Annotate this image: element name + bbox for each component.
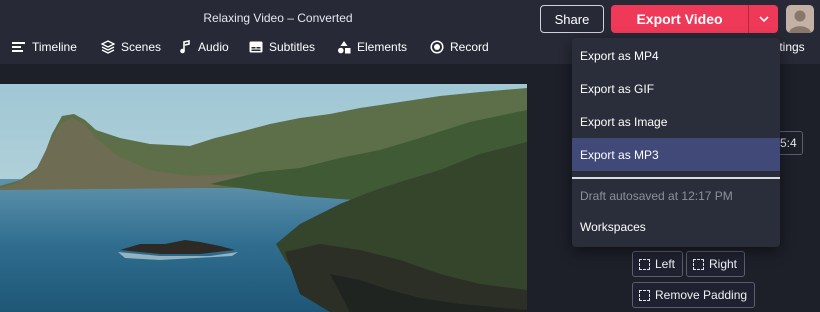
- aspect-ratio-option[interactable]: 5:4: [777, 131, 803, 155]
- nav-audio[interactable]: Audio: [178, 36, 229, 58]
- export-video-button[interactable]: Export Video: [611, 5, 748, 33]
- nav-timeline[interactable]: Timeline: [12, 36, 77, 58]
- menu-divider: [572, 177, 780, 179]
- subtitles-icon: [249, 40, 263, 54]
- nav-record-label: Record: [450, 40, 489, 54]
- nav-scenes-label: Scenes: [121, 40, 162, 54]
- export-options-toggle[interactable]: [748, 5, 778, 33]
- menu-item-export-image[interactable]: Export as Image: [572, 105, 780, 138]
- nav-scenes[interactable]: Scenes: [101, 36, 161, 58]
- nav-timeline-label: Timeline: [32, 40, 77, 54]
- music-note-icon: [178, 40, 192, 54]
- nav-subtitles-label: Subtitles: [269, 40, 316, 54]
- remove-padding-label: Remove Padding: [655, 288, 748, 302]
- settings-tab[interactable]: ttings: [776, 36, 805, 58]
- dashed-box-icon: [639, 289, 650, 301]
- align-right-label: Right: [709, 257, 738, 271]
- record-icon: [430, 40, 444, 54]
- remove-padding-button[interactable]: Remove Padding: [632, 282, 756, 308]
- align-right-button[interactable]: Right: [686, 251, 746, 277]
- nav-record[interactable]: Record: [430, 36, 489, 58]
- nav-subtitles[interactable]: Subtitles: [249, 36, 315, 58]
- align-left-label: Left: [655, 257, 676, 271]
- timeline-icon: [12, 40, 26, 54]
- menu-item-export-mp3[interactable]: Export as MP3: [572, 138, 780, 171]
- share-button[interactable]: Share: [540, 5, 604, 33]
- video-frame-image: [0, 84, 527, 312]
- dashed-box-icon: [639, 258, 650, 270]
- user-avatar[interactable]: [786, 5, 814, 33]
- layers-icon: [101, 40, 115, 54]
- menu-item-export-mp4[interactable]: Export as MP4: [572, 39, 780, 72]
- chevron-down-icon: [758, 10, 770, 28]
- project-title[interactable]: Relaxing Video – Converted: [178, 11, 378, 25]
- video-preview[interactable]: [0, 84, 527, 312]
- dashed-box-icon: [693, 258, 704, 270]
- nav-elements-label: Elements: [357, 40, 408, 54]
- nav-audio-label: Audio: [198, 40, 229, 54]
- menu-item-workspaces[interactable]: Workspaces: [572, 210, 780, 243]
- menu-item-export-gif[interactable]: Export as GIF: [572, 72, 780, 105]
- export-dropdown-menu: Export as MP4 Export as GIF Export as Im…: [572, 38, 780, 247]
- nav-elements[interactable]: Elements: [337, 36, 407, 58]
- align-left-button[interactable]: Left: [632, 251, 684, 277]
- draft-autosave-status: Draft autosaved at 12:17 PM: [580, 189, 733, 203]
- shapes-icon: [337, 40, 351, 54]
